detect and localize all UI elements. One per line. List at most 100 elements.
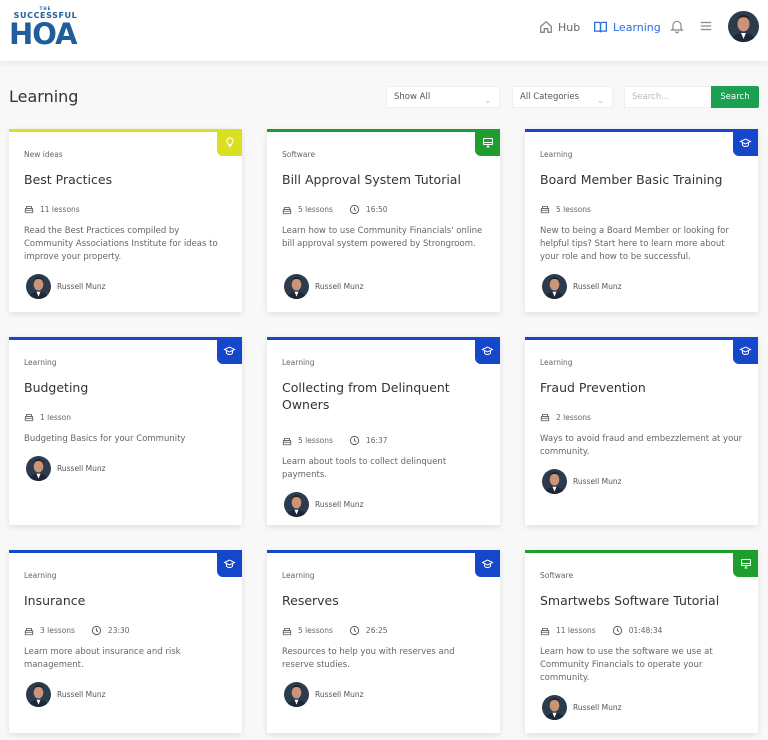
author-name: Russell Munz (573, 703, 622, 712)
course-category: Learning (540, 150, 573, 159)
category-badge (217, 337, 242, 364)
course-category: Software (282, 150, 316, 159)
book-open-icon (594, 21, 607, 33)
show-filter-select[interactable]: Show All ⌄ (386, 86, 500, 108)
course-card[interactable]: Learning Fraud Prevention 2 lessons Ways to… (525, 337, 758, 525)
duration-value: 16:37 (365, 436, 388, 445)
author-name: Russell Munz (57, 282, 106, 291)
lessons-icon (24, 206, 34, 214)
course-duration: 26:25 (349, 625, 388, 636)
author-avatar (26, 682, 51, 707)
author-avatar (284, 274, 309, 299)
author-name: Russell Munz (57, 464, 106, 473)
nav-hub[interactable]: Hub (539, 0, 580, 54)
category-badge (475, 550, 500, 577)
course-card[interactable]: Software Smartwebs Software Tutorial 11 le… (525, 550, 758, 733)
bell-icon[interactable] (669, 18, 685, 34)
course-card[interactable]: Learning Budgeting 1 lesson Budgeting Basic… (9, 337, 242, 525)
course-category: Software (540, 571, 574, 580)
course-category: Learning (24, 358, 57, 367)
nav-learning-label: Learning (613, 20, 661, 34)
chevron-down-icon: ⌄ (597, 96, 604, 105)
lesson-count: 1 lesson (40, 412, 72, 422)
category-badge (733, 550, 758, 577)
course-title[interactable]: Board Member Basic Training (540, 171, 740, 188)
user-avatar[interactable] (728, 11, 759, 42)
course-author[interactable]: Russell Munz (284, 274, 364, 299)
course-meta: 3 lessons 23:30 (24, 625, 130, 636)
course-author[interactable]: Russell Munz (542, 695, 622, 720)
course-title[interactable]: Budgeting (24, 379, 224, 396)
course-title[interactable]: Fraud Prevention (540, 379, 740, 396)
lesson-count: 5 lessons (298, 205, 333, 214)
search-input[interactable]: Search... (624, 86, 712, 108)
lessons-icon (282, 627, 292, 635)
course-duration: 23:30 (91, 625, 130, 636)
course-card[interactable]: Software Bill Approval System Tutorial 5 l… (267, 129, 500, 312)
course-duration: 16:50 (349, 204, 388, 215)
chevron-down-icon: ⌄ (484, 96, 491, 105)
course-title[interactable]: Bill Approval System Tutorial (282, 171, 482, 188)
course-title[interactable]: Smartwebs Software Tutorial (540, 592, 740, 609)
course-card[interactable]: Learning Reserves 5 lessons 26:25 Resources … (267, 550, 500, 733)
lightbulb-icon (224, 136, 236, 149)
course-author[interactable]: Russell Munz (284, 682, 364, 707)
logo[interactable]: THE SUCCESSFUL HOA (9, 6, 84, 50)
nav-learning[interactable]: Learning (593, 0, 661, 54)
course-description: Learn how to use the software we use at … (540, 647, 713, 683)
clock-icon (349, 435, 360, 446)
course-description: Learn about tools to collect delinquent … (282, 457, 447, 480)
course-meta: 11 lessons (24, 204, 80, 214)
clock-icon (91, 625, 102, 636)
author-name: Russell Munz (573, 477, 622, 486)
course-title[interactable]: Reserves (282, 592, 482, 609)
course-author[interactable]: Russell Munz (26, 456, 106, 481)
author-name: Russell Munz (57, 690, 106, 699)
author-avatar (26, 274, 51, 299)
course-author[interactable]: Russell Munz (26, 274, 106, 299)
course-author[interactable]: Russell Munz (26, 682, 106, 707)
course-meta: 11 lessons 01:48:34 (540, 625, 662, 636)
graduation-cap-icon (223, 558, 236, 570)
course-description: Learn how to use Community Financials' o… (282, 226, 483, 249)
course-category: Learning (282, 358, 315, 367)
course-category: New ideas (24, 150, 63, 159)
author-name: Russell Munz (315, 690, 364, 699)
course-title[interactable]: Insurance (24, 592, 224, 609)
top-navbar: THE SUCCESSFUL HOA Hub Learning (0, 0, 768, 61)
course-card[interactable]: Learning Insurance 3 lessons 23:30 Learn mor… (9, 550, 242, 733)
course-description: Ways to avoid fraud and embezzlement at … (540, 434, 743, 457)
course-description: New to being a Board Member or looking f… (540, 226, 729, 262)
clock-icon (349, 625, 360, 636)
course-author[interactable]: Russell Munz (284, 492, 364, 517)
lessons-icon (540, 206, 550, 214)
course-title[interactable]: Best Practices (24, 171, 224, 188)
course-meta: 1 lesson (24, 412, 71, 422)
course-author[interactable]: Russell Munz (542, 274, 622, 299)
category-badge (475, 337, 500, 364)
category-badge (217, 550, 242, 577)
search-button[interactable]: Search (711, 86, 759, 108)
course-card[interactable]: Learning Collecting from Delinquent Owner… (267, 337, 500, 525)
duration-value: 01:48:34 (628, 626, 663, 635)
author-avatar (542, 695, 567, 720)
lesson-count: 2 lessons (556, 412, 591, 422)
duration-value: 26:25 (365, 626, 388, 635)
course-title[interactable]: Collecting from Delinquent Owners (282, 379, 482, 413)
lessons-icon (24, 414, 34, 422)
logo-main-text: HOA (9, 17, 78, 51)
lessons-icon (24, 627, 34, 635)
course-meta: 2 lessons (540, 412, 591, 422)
course-description: Learn more about insurance and risk mana… (24, 647, 181, 670)
course-description: Resources to help you with reserves and … (282, 647, 455, 670)
category-filter-select[interactable]: All Categories ⌄ (512, 86, 613, 108)
hamburger-icon[interactable] (699, 19, 713, 33)
course-card[interactable]: New ideas Best Practices 11 lessons Read th… (9, 129, 242, 312)
graduation-cap-icon (223, 345, 236, 357)
course-author[interactable]: Russell Munz (542, 469, 622, 494)
author-name: Russell Munz (573, 282, 622, 291)
course-card[interactable]: Learning Board Member Basic Training 5 les… (525, 129, 758, 312)
lesson-count: 11 lessons (40, 204, 80, 214)
author-name: Russell Munz (315, 500, 364, 509)
category-badge (733, 129, 758, 156)
